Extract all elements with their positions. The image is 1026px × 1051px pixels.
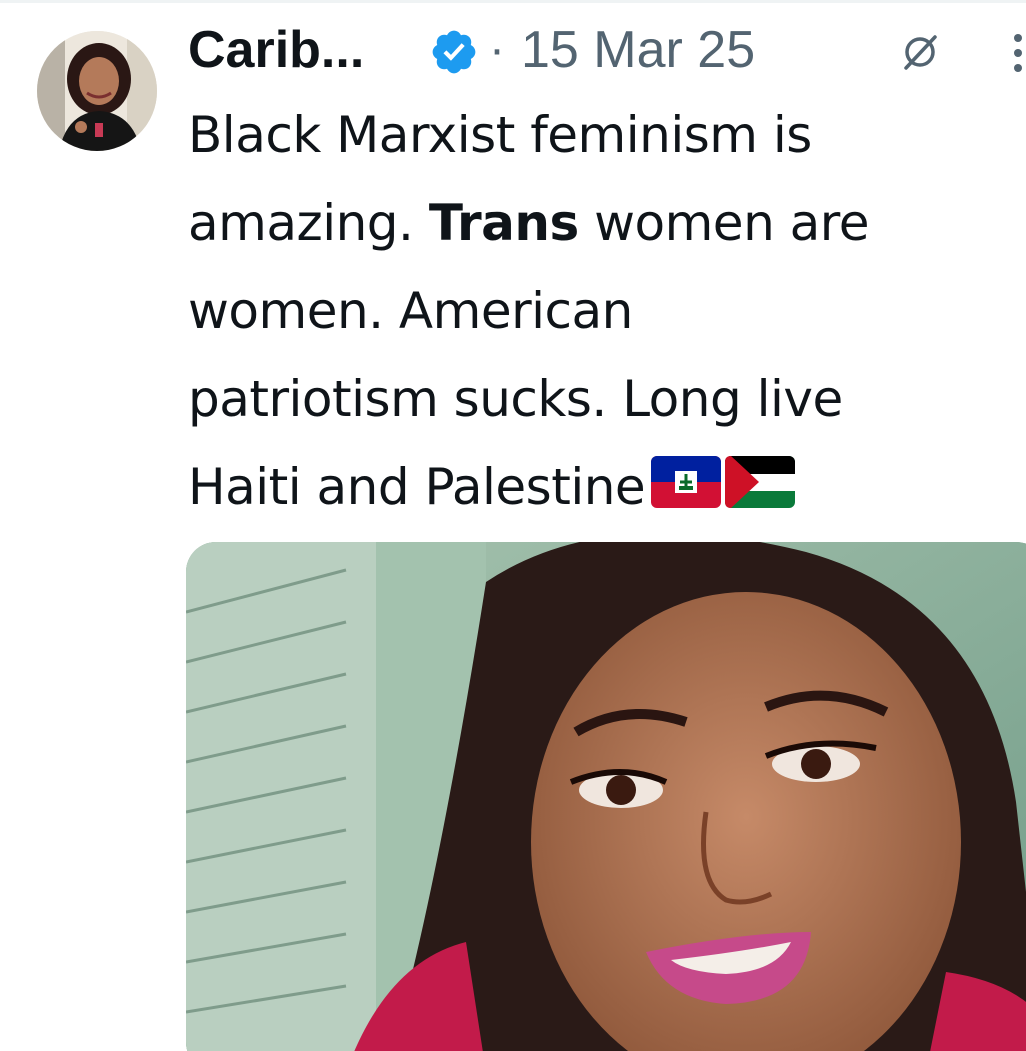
author-display-name[interactable]: Carib... (188, 18, 364, 82)
header-separator: · (489, 23, 505, 76)
tweet-text: Black Marxist feminism is amazing. Trans… (188, 91, 1026, 531)
tweet-header: Carib... · 15 Mar 25 (188, 18, 1026, 82)
tweet-text-line: Haiti and Palestine (188, 443, 1026, 531)
palestine-flag-icon (725, 456, 796, 508)
tweet-text-line: amazing. Trans women are (188, 179, 1026, 267)
tweet-text-line: Black Marxist feminism is (188, 106, 812, 164)
tweet-media-photo[interactable] (186, 542, 1026, 1051)
haiti-flag-icon (651, 456, 722, 508)
grok-icon[interactable] (900, 32, 940, 72)
more-icon[interactable] (1010, 28, 1026, 78)
verified-badge-icon (432, 30, 476, 74)
top-divider (0, 0, 1026, 3)
tweet-text-line: patriotism sucks. Long live (188, 370, 843, 428)
tweet-text-line: women. American (188, 282, 633, 340)
tweet-date[interactable]: 15 Mar 25 (521, 18, 755, 82)
tweet-text-segment: Haiti and Palestine (188, 458, 646, 516)
author-avatar[interactable] (37, 31, 157, 151)
tweet-text-segment: women are (578, 194, 870, 252)
highlighted-term: Trans (428, 194, 579, 252)
tweet-text-segment: amazing. (188, 194, 429, 252)
